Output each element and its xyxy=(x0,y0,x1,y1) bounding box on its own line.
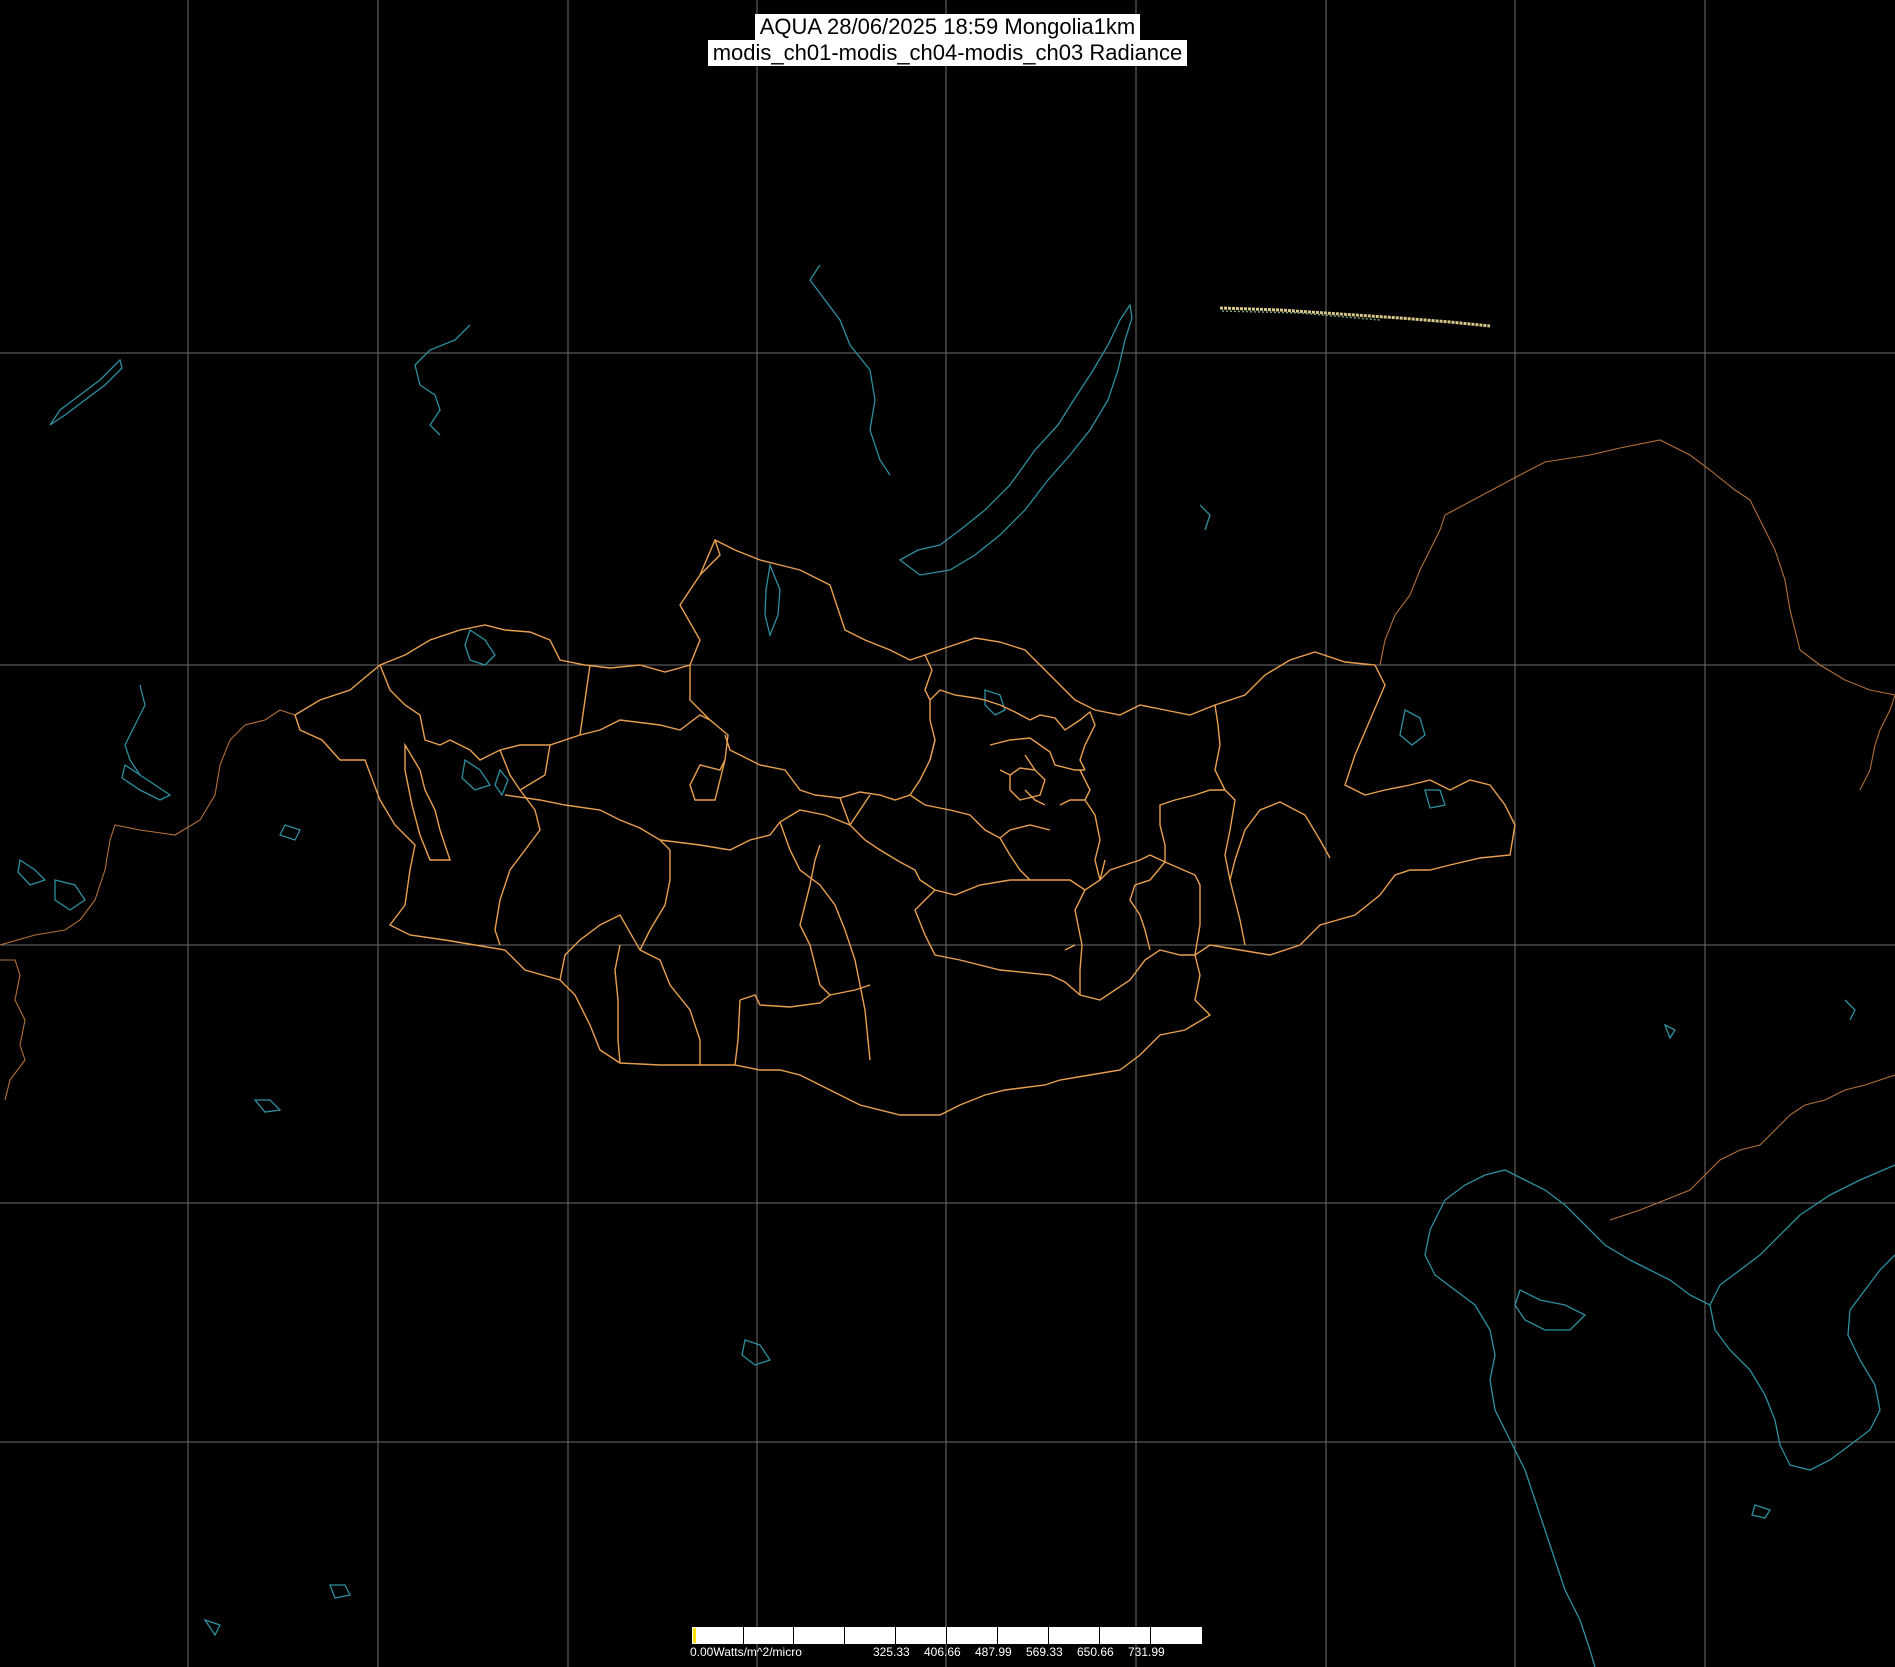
river-northeast xyxy=(1199,504,1211,531)
lake-east-hulun xyxy=(1399,709,1426,746)
mongolia-aimag-borders xyxy=(294,539,1516,1116)
colorbar-tick-label: 569.33 xyxy=(1026,1645,1063,1659)
river-angara xyxy=(809,264,891,476)
colorbar-tick xyxy=(1150,1627,1151,1644)
title-line-1: AQUA 28/06/2025 18:59 Mongolia1km xyxy=(754,14,1141,40)
lake-west-3 xyxy=(121,763,172,801)
satellite-map xyxy=(0,0,1895,1667)
shandong-coast xyxy=(1514,1289,1587,1331)
colorbar-tick xyxy=(1099,1627,1100,1644)
colorbar-tick xyxy=(895,1627,896,1644)
border-china-korea xyxy=(1609,1074,1895,1221)
colorbar-tick-label: 325.33 xyxy=(873,1645,910,1659)
lake-qinghai xyxy=(741,1339,772,1366)
lake-bosten xyxy=(279,824,301,841)
bohai-coastline xyxy=(1424,1169,1711,1667)
title-header: AQUA 28/06/2025 18:59 Mongolia1km xyxy=(0,14,1895,40)
lake-uvs xyxy=(464,628,496,666)
colorbar-tick-label: 731.99 xyxy=(1128,1645,1165,1659)
east-lake-1 xyxy=(1663,1023,1676,1040)
lake-west-1 xyxy=(49,358,123,426)
border-russia-kazakh xyxy=(0,709,296,946)
water-features xyxy=(17,264,1895,1667)
lake-khyargas xyxy=(461,758,492,791)
mongolia-outline xyxy=(294,539,1516,1116)
satellite-swath-fragment xyxy=(1219,306,1491,328)
colorbar-min-label: 0.00Watts/m^2/micro xyxy=(690,1645,802,1659)
colorbar-tick xyxy=(743,1627,744,1644)
colorbar-tick-label: 650.66 xyxy=(1077,1645,1114,1659)
colorbar-tick xyxy=(1048,1627,1049,1644)
lake-south-4 xyxy=(1751,1504,1771,1519)
colorbar-tick xyxy=(997,1627,998,1644)
border-kazakh-china xyxy=(0,959,26,1101)
country-borders xyxy=(0,439,1895,1221)
border-china-russia-east xyxy=(1859,694,1895,791)
colorbar-tick-label: 406.66 xyxy=(924,1645,961,1659)
lake-south-3 xyxy=(203,1618,221,1637)
lake-south-1 xyxy=(253,1099,282,1113)
lake-khar-us xyxy=(494,768,509,797)
lake-ulaanbaatar-reservoir xyxy=(984,689,1006,716)
title-line-2: modis_ch01-modis_ch04-modis_ch03 Radianc… xyxy=(707,40,1188,66)
border-russia-china-northeast xyxy=(1379,439,1801,666)
lake-baikal xyxy=(898,303,1133,576)
colorbar-tick xyxy=(793,1627,794,1644)
title-subheader: modis_ch01-modis_ch04-modis_ch03 Radianc… xyxy=(0,40,1895,66)
lake-west-small xyxy=(17,858,47,886)
east-coast-extra xyxy=(1844,999,1856,1021)
lake-south-2 xyxy=(329,1584,351,1599)
lake-issyk xyxy=(54,879,86,911)
graticule xyxy=(0,0,1895,1667)
korea-coastline xyxy=(1709,1164,1895,1471)
colorbar-tick xyxy=(844,1627,845,1644)
colorbar-tick xyxy=(946,1627,947,1644)
colorbar xyxy=(692,1627,1202,1644)
lake-khovsgol xyxy=(764,562,781,638)
lake-buir xyxy=(1424,789,1446,809)
border-inner-east xyxy=(1799,649,1895,696)
colorbar-tick-label: 487.99 xyxy=(975,1645,1012,1659)
river-west-2 xyxy=(124,684,146,776)
river-yenisei xyxy=(414,324,471,436)
